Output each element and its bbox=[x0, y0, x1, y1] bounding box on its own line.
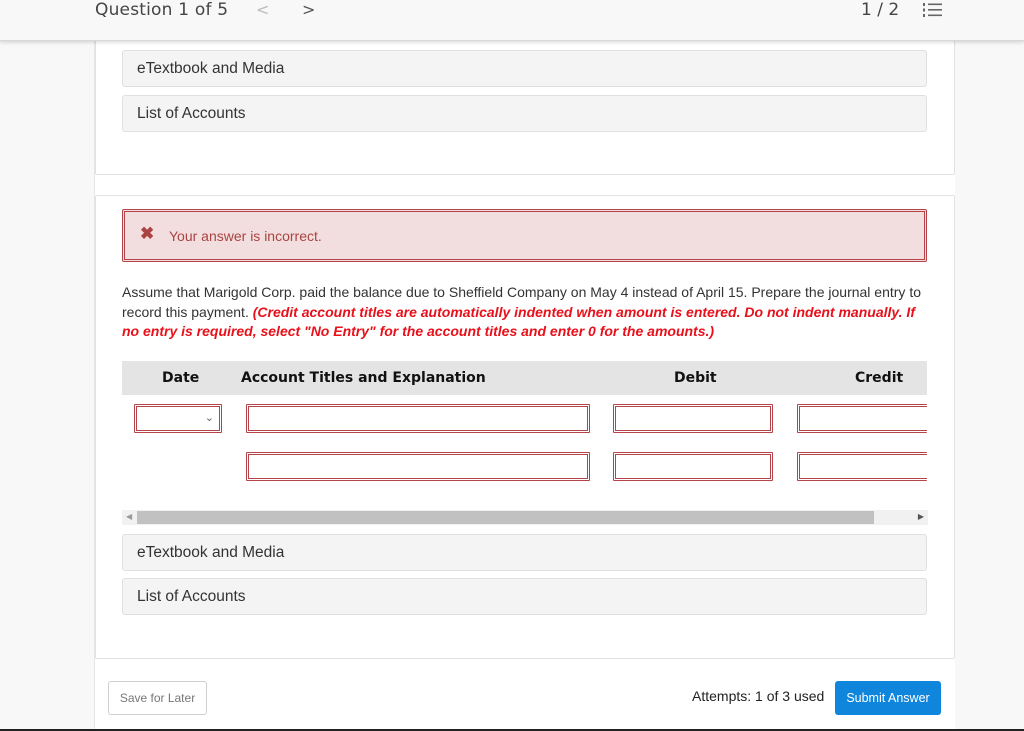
date-select[interactable]: ⌄ bbox=[134, 404, 222, 433]
submit-answer-button[interactable]: Submit Answer bbox=[835, 681, 941, 715]
question-nav-bar: Question 1 of 5 < > 1 / 2 bbox=[0, 0, 1024, 41]
chevron-right-icon[interactable]: > bbox=[302, 0, 315, 19]
chevron-left-icon[interactable]: < bbox=[256, 0, 269, 19]
header-date: Date bbox=[162, 370, 200, 386]
header-debit: Debit bbox=[674, 370, 717, 386]
credit-input-row1[interactable] bbox=[797, 404, 927, 433]
incorrect-answer-alert: ✖ Your answer is incorrect. bbox=[122, 209, 927, 262]
header-account-titles: Account Titles and Explanation bbox=[241, 370, 486, 386]
scrollbar-thumb[interactable] bbox=[137, 511, 874, 524]
debit-input-row2[interactable] bbox=[613, 452, 773, 481]
account-title-input-row2[interactable] bbox=[246, 452, 590, 481]
alert-message: Your answer is incorrect. bbox=[169, 228, 322, 244]
credit-input-row2[interactable] bbox=[797, 452, 927, 481]
header-credit: Credit bbox=[855, 370, 904, 386]
chevron-down-icon: ⌄ bbox=[204, 412, 214, 424]
question-text: Assume that Marigold Corp. paid the bala… bbox=[122, 283, 932, 342]
journal-table-header: Date Account Titles and Explanation Debi… bbox=[122, 361, 927, 395]
save-for-later-button[interactable]: Save for Later bbox=[108, 681, 207, 715]
etextbook-media-link-bottom[interactable]: eTextbook and Media bbox=[122, 534, 927, 571]
horizontal-scrollbar[interactable]: ◀ ▶ bbox=[122, 510, 928, 525]
attempts-counter: Attempts: 1 of 3 used bbox=[692, 688, 825, 704]
account-title-input-row1[interactable] bbox=[246, 404, 590, 433]
list-of-accounts-link[interactable]: List of Accounts bbox=[122, 95, 927, 132]
numbered-list-icon[interactable] bbox=[923, 3, 943, 17]
list-of-accounts-link-bottom[interactable]: List of Accounts bbox=[122, 578, 927, 615]
debit-input-row1[interactable] bbox=[613, 404, 773, 433]
scroll-right-icon[interactable]: ▶ bbox=[918, 512, 924, 521]
left-gutter bbox=[0, 41, 95, 729]
scroll-left-icon[interactable]: ◀ bbox=[126, 512, 132, 521]
x-mark-icon: ✖ bbox=[140, 224, 155, 243]
question-counter: Question 1 of 5 bbox=[95, 0, 229, 20]
etextbook-media-link[interactable]: eTextbook and Media bbox=[122, 50, 927, 87]
page-count: 1 / 2 bbox=[861, 0, 900, 20]
